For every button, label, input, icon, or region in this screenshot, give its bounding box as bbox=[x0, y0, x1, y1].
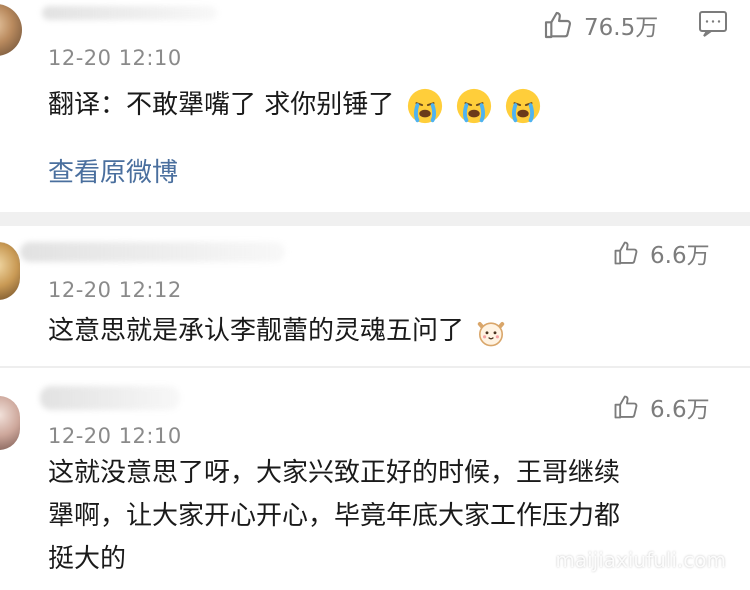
crying-face-icon bbox=[407, 88, 442, 123]
comment-text: 这就没意思了呀，大家兴致正好的时候，王哥继续 犟啊，让大家开心开心，毕竟年底大家… bbox=[48, 452, 620, 581]
like-count: 6.6万 bbox=[650, 397, 710, 423]
comment-time: 12-20 12:12 bbox=[48, 278, 182, 302]
cat-face-icon bbox=[478, 321, 505, 346]
crying-face-icon bbox=[505, 88, 541, 123]
comment-text: 这意思就是承认李靓蕾的灵魂五问了 bbox=[48, 310, 507, 353]
comment-time: 12-20 12:10 bbox=[48, 46, 182, 70]
like-button[interactable]: 6.6万 bbox=[612, 236, 710, 270]
thumbs-up-icon bbox=[614, 241, 638, 265]
crying-face-icon bbox=[456, 88, 491, 123]
comment-text-line: 挺大的 bbox=[48, 544, 127, 574]
like-count: 76.5万 bbox=[584, 15, 659, 41]
comment-card-1: 12-20 12:10 76.5万 翻译：不敢犟嘴了 求你别锤了 查看原微博 bbox=[0, 0, 750, 212]
like-button[interactable]: 76.5万 bbox=[542, 8, 658, 42]
thumbs-up-icon bbox=[614, 395, 638, 419]
comment-text-line: 犟啊，让大家开心开心，毕竟年底大家工作压力都 bbox=[48, 501, 621, 531]
comment-text-body: 这意思就是承认李靓蕾的灵魂五问了 bbox=[48, 316, 465, 346]
username-blurred bbox=[42, 6, 217, 20]
avatar[interactable] bbox=[0, 242, 20, 300]
avatar[interactable] bbox=[0, 4, 22, 56]
separator bbox=[0, 212, 750, 226]
comment-card-2: 12-20 12:12 6.6万 这意思就是承认李靓蕾的灵魂五问了 bbox=[0, 226, 750, 366]
comment-text-body: 翻译：不敢犟嘴了 求你别锤了 bbox=[48, 90, 395, 120]
view-original-weibo-link[interactable]: 查看原微博 bbox=[48, 152, 178, 189]
watermark: maijiaxiufuli.com bbox=[555, 548, 726, 572]
avatar[interactable] bbox=[0, 396, 20, 450]
username-blurred bbox=[40, 386, 180, 410]
thumbs-up-icon bbox=[544, 11, 572, 39]
comment-text: 翻译：不敢犟嘴了 求你别锤了 bbox=[48, 84, 542, 127]
like-count: 6.6万 bbox=[650, 243, 710, 269]
username-blurred bbox=[20, 242, 285, 262]
like-button[interactable]: 6.6万 bbox=[612, 390, 710, 424]
comment-time: 12-20 12:10 bbox=[48, 424, 182, 448]
comment-icon[interactable] bbox=[698, 10, 728, 38]
comment-text-line: 这就没意思了呀，大家兴致正好的时候，王哥继续 bbox=[48, 458, 621, 488]
